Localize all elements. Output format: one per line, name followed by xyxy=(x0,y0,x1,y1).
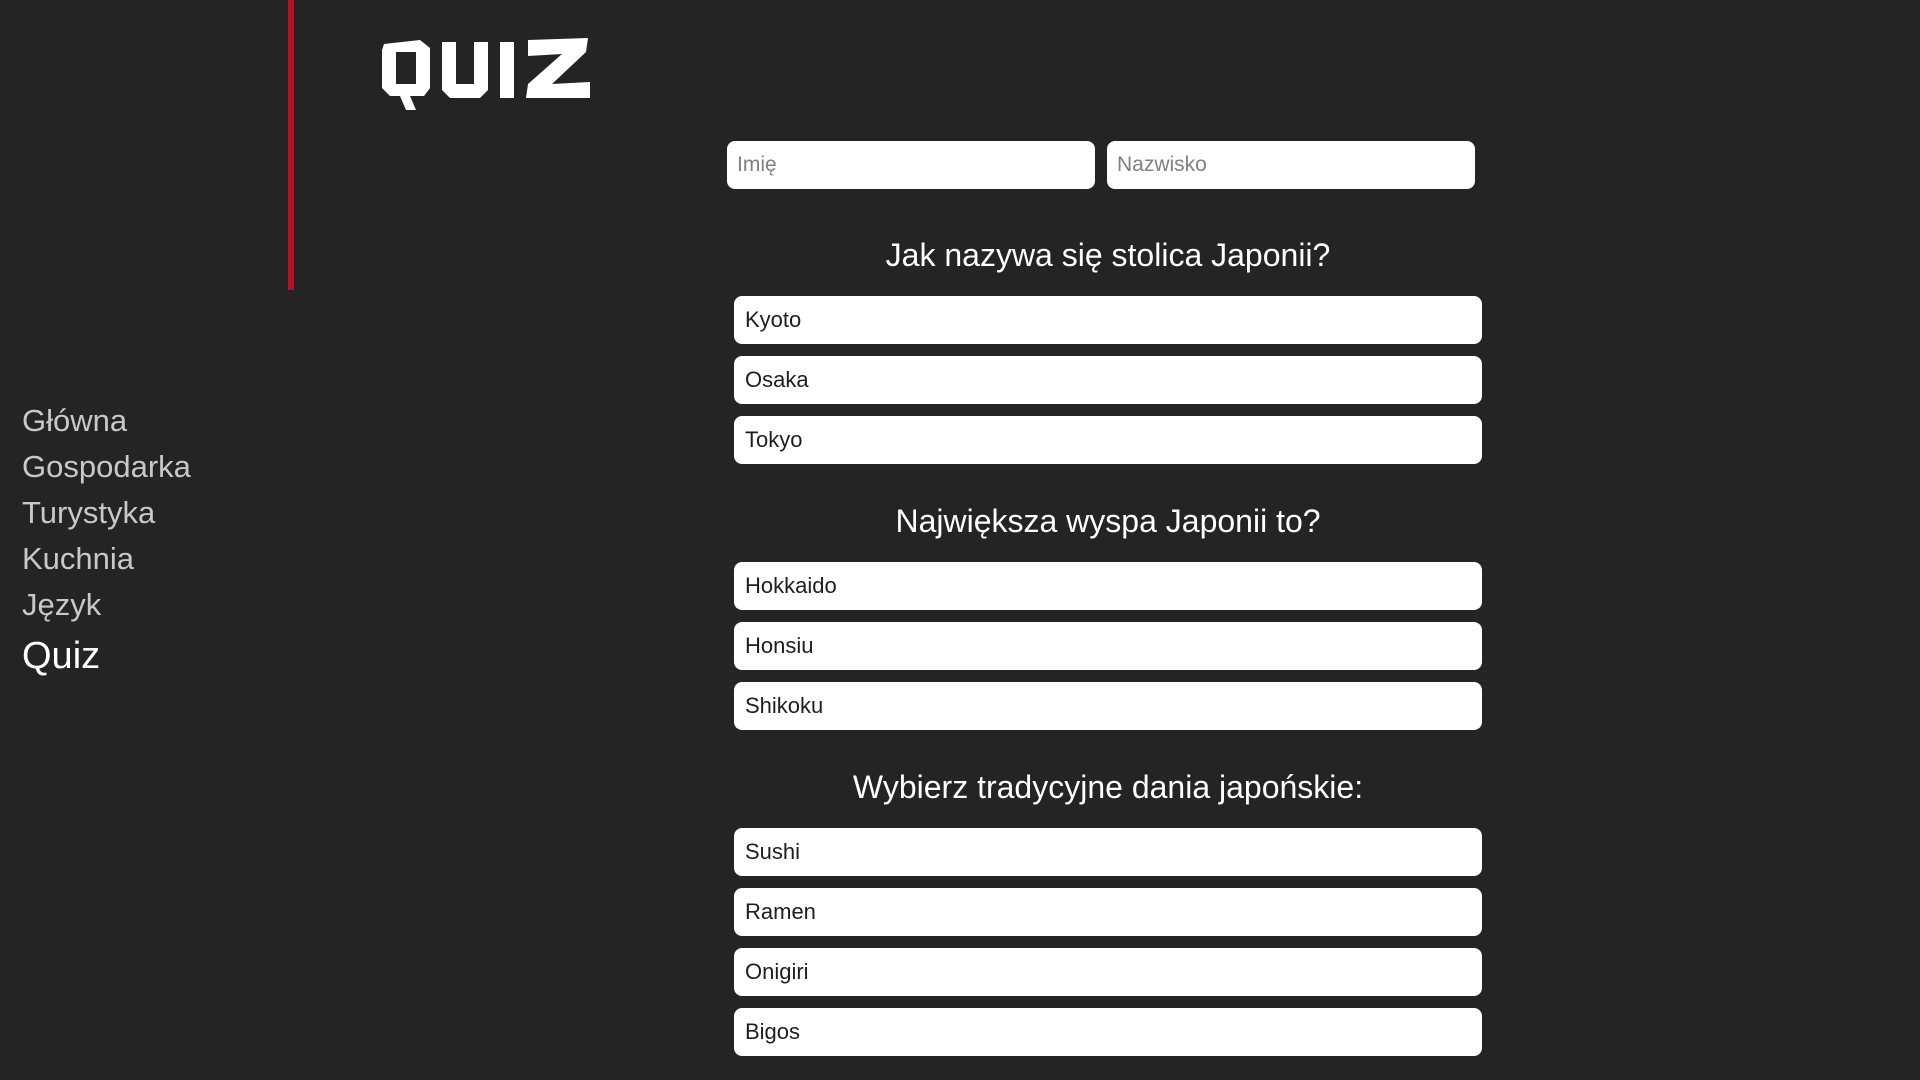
quiz-logo-artwork xyxy=(382,38,590,110)
answer-option[interactable]: Tokyo xyxy=(734,416,1482,464)
main-nav: Główna Gospodarka Turystyka Kuchnia Języ… xyxy=(22,398,191,684)
answer-option[interactable]: Shikoku xyxy=(734,682,1482,730)
question-capital: Jak nazywa się stolica Japonii? Kyoto Os… xyxy=(734,226,1482,464)
name-form xyxy=(727,141,1475,189)
answer-option[interactable]: Ramen xyxy=(734,888,1482,936)
question-dishes: Wybierz tradycyjne dania japońskie: Sush… xyxy=(734,758,1482,1056)
answer-option[interactable]: Kyoto xyxy=(734,296,1482,344)
nav-item-turystyka[interactable]: Turystyka xyxy=(22,490,191,536)
quiz-logo xyxy=(380,30,600,130)
quiz-questions: Jak nazywa się stolica Japonii? Kyoto Os… xyxy=(734,226,1482,1080)
question-title: Jak nazywa się stolica Japonii? xyxy=(885,237,1331,273)
nav-item-kuchnia[interactable]: Kuchnia xyxy=(22,536,191,582)
page: Główna Gospodarka Turystyka Kuchnia Języ… xyxy=(0,0,1920,1080)
nav-item-gospodarka[interactable]: Gospodarka xyxy=(22,444,191,490)
nav-item-quiz[interactable]: Quiz xyxy=(22,628,191,684)
last-name-input[interactable] xyxy=(1107,141,1475,189)
first-name-input[interactable] xyxy=(727,141,1095,189)
answer-option[interactable]: Honsiu xyxy=(734,622,1482,670)
nav-item-jezyk[interactable]: Język xyxy=(22,582,191,628)
answer-option[interactable]: Hokkaido xyxy=(734,562,1482,610)
question-title: Największa wyspa Japonii to? xyxy=(895,503,1321,539)
question-title: Wybierz tradycyjne dania japońskie: xyxy=(852,769,1364,805)
answer-option[interactable]: Osaka xyxy=(734,356,1482,404)
answer-option[interactable]: Onigiri xyxy=(734,948,1482,996)
answer-option[interactable]: Sushi xyxy=(734,828,1482,876)
answer-option[interactable]: Bigos xyxy=(734,1008,1482,1056)
accent-bar xyxy=(288,0,294,290)
nav-item-glowna[interactable]: Główna xyxy=(22,398,191,444)
question-island: Największa wyspa Japonii to? Hokkaido Ho… xyxy=(734,492,1482,730)
